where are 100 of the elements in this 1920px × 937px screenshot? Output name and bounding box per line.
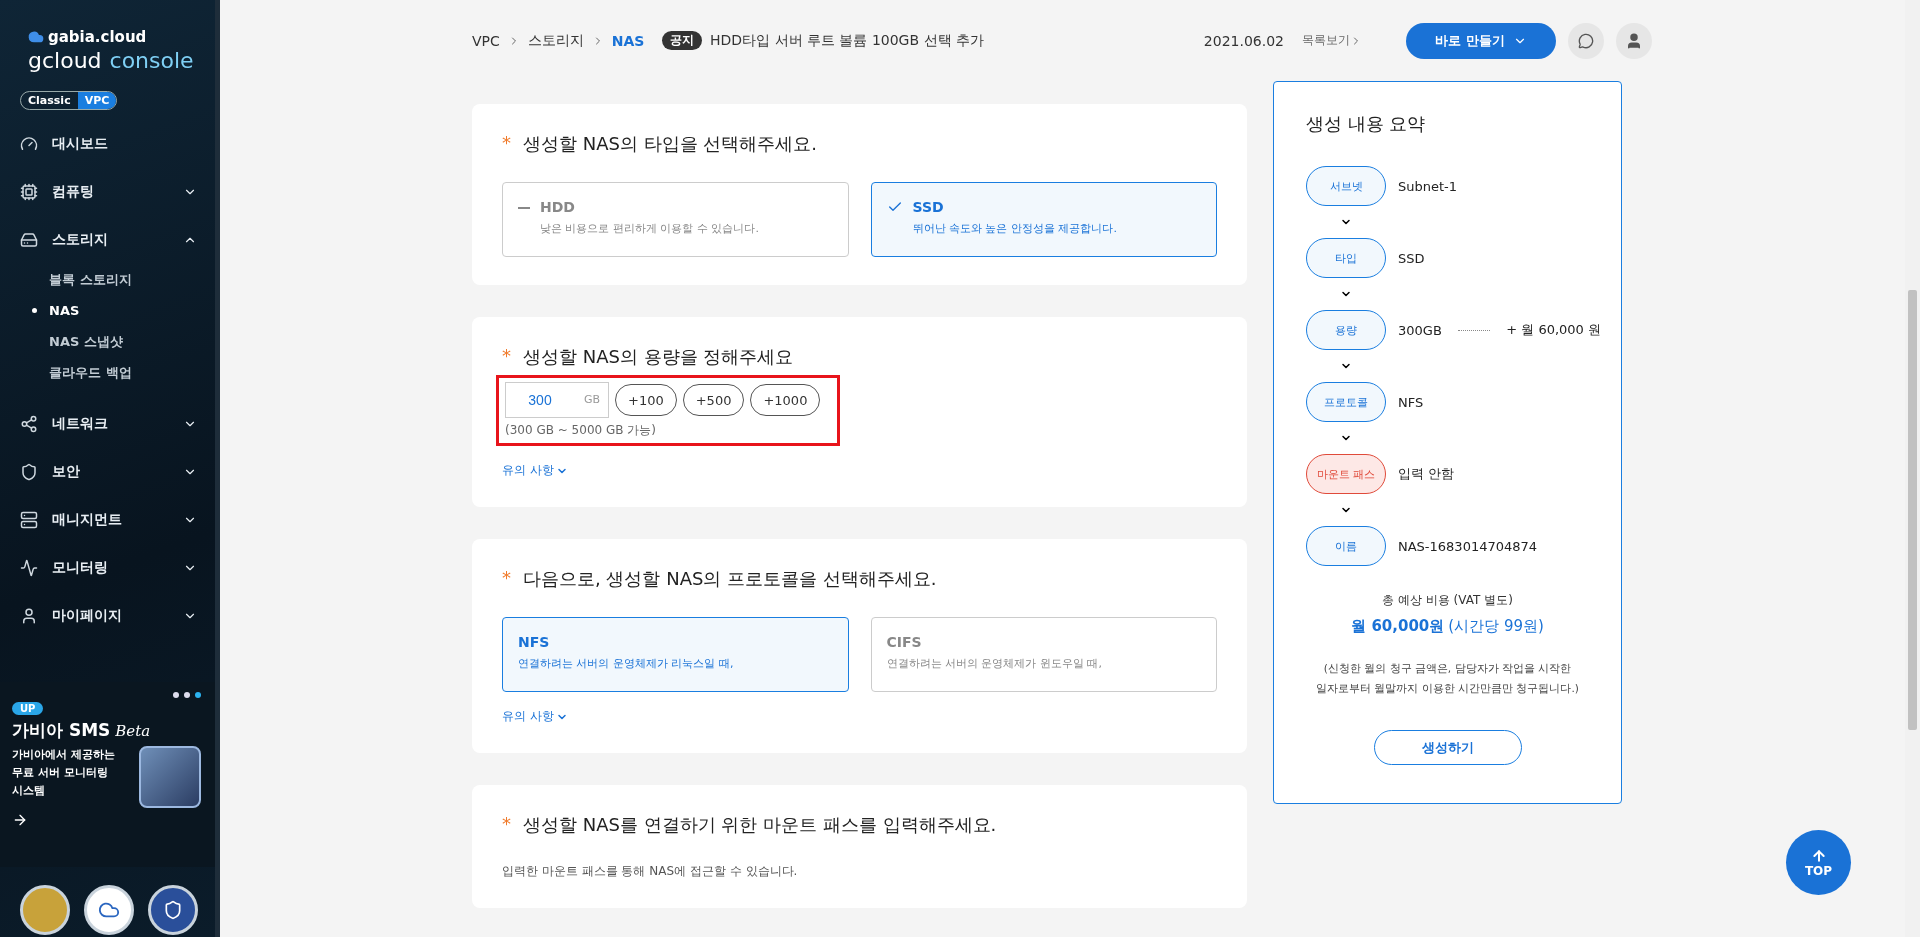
- sidebar-subitem[interactable]: 블록 스토리지: [0, 264, 215, 295]
- capacity-range: (300 GB ~ 5000 GB 가능): [505, 422, 657, 439]
- notice-link[interactable]: 유의 사항: [502, 462, 568, 479]
- breadcrumb-item[interactable]: VPC: [472, 32, 500, 49]
- total-price: 월 60,000원 (시간당 99원): [1351, 617, 1544, 636]
- notice-text[interactable]: HDD타입 서버 루트 볼륨 100GB 선택 추가: [710, 31, 984, 50]
- step-value: SSD: [1398, 250, 1425, 266]
- increment-button[interactable]: +500: [682, 384, 745, 416]
- step-price: + 월 60,000 원: [1506, 321, 1601, 339]
- sidebar-item[interactable]: 대시보드: [0, 120, 215, 168]
- option-card[interactable]: HDD 낮은 비용으로 편리하게 이용할 수 있습니다.: [502, 182, 849, 257]
- sidebar-item[interactable]: 컴퓨팅: [0, 168, 215, 216]
- sidebar-item[interactable]: 마이페이지: [0, 592, 215, 640]
- step-value: NFS: [1398, 394, 1424, 410]
- step-value: 300GB: [1398, 322, 1442, 338]
- sidebar-item[interactable]: 모니터링: [0, 544, 215, 592]
- step-label: 서브넷: [1306, 166, 1386, 206]
- chat-button[interactable]: [1568, 22, 1604, 59]
- scroll-top-button[interactable]: TOP: [1786, 830, 1851, 895]
- increment-button[interactable]: +100: [615, 384, 677, 416]
- scrollbar-thumb[interactable]: [1908, 290, 1917, 730]
- breadcrumb-item[interactable]: 스토리지: [527, 31, 584, 50]
- section-title: 생성할 NAS의 타입을 선택해주세요.: [523, 132, 818, 156]
- carousel-dot[interactable]: [184, 692, 190, 698]
- product-name: gcloud: [28, 48, 102, 73]
- option-name: NFS: [518, 634, 551, 650]
- sidebar-subitem[interactable]: NAS: [0, 295, 215, 326]
- step-label: 타입: [1306, 238, 1386, 278]
- banner-title: 가비아 SMS: [12, 719, 111, 742]
- create-button[interactable]: 생성하기: [1373, 730, 1522, 765]
- step-label: 용량: [1306, 310, 1386, 350]
- required-mark: *: [502, 813, 511, 836]
- product-subtitle: console: [109, 48, 194, 73]
- billing-note: 일자로부터 월말까지 이용한 시간만큼만 청구됩니다.): [1316, 681, 1579, 696]
- notice-list-link[interactable]: 목록보기: [1302, 32, 1362, 49]
- section-title: 다음으로, 생성할 NAS의 프로토콜을 선택해주세요.: [523, 567, 937, 591]
- carousel-dot[interactable]: [195, 692, 201, 698]
- notice-date: 2021.06.02: [1203, 32, 1284, 49]
- notice-tag: 공지: [662, 31, 702, 50]
- unit-label: GB: [583, 393, 600, 406]
- required-mark: *: [502, 132, 511, 155]
- sidebar-item[interactable]: 스토리지: [0, 216, 215, 264]
- banner-text: 가비아에서 제공하는: [12, 747, 115, 763]
- menu-icon: [20, 607, 38, 625]
- option-description: 뛰어난 속도와 높은 안정성을 제공합니다.: [912, 221, 1117, 236]
- billing-note: (신청한 월의 청구 금액은, 담당자가 작업을 시작한: [1323, 661, 1572, 676]
- step-label: 프로토콜: [1306, 382, 1386, 422]
- up-tag: UP: [12, 702, 44, 715]
- option-card[interactable]: SSD 뛰어난 속도와 높은 안정성을 제공합니다.: [870, 182, 1217, 257]
- required-mark: *: [502, 567, 511, 590]
- option-description: 연결하려는 서버의 운영체제가 리눅스일 때,: [518, 656, 734, 671]
- option-card[interactable]: NFS 연결하려는 서버의 운영체제가 리눅스일 때,: [502, 617, 849, 692]
- increment-button[interactable]: +1000: [750, 384, 821, 416]
- option-name: CIFS: [886, 634, 923, 650]
- option-description: 연결하려는 서버의 운영체제가 윈도우일 때,: [886, 656, 1102, 671]
- menu-icon: [20, 415, 38, 433]
- sidebar-item[interactable]: 보안: [0, 448, 215, 496]
- menu-icon: [20, 135, 38, 153]
- step-label: 이름: [1306, 526, 1386, 566]
- summary-title: 생성 내용 요약: [1306, 112, 1427, 136]
- step-value: NAS-1683014704874: [1398, 538, 1538, 554]
- dash-icon: [518, 207, 530, 209]
- option-name: HDD: [540, 199, 576, 215]
- menu-icon: [20, 463, 38, 481]
- sidebar-subitem[interactable]: 클라우드 백업: [0, 357, 215, 388]
- breadcrumb-item[interactable]: NAS: [611, 32, 645, 49]
- menu-icon: [20, 231, 38, 249]
- section-title: 생성할 NAS를 연결하기 위한 마운트 패스를 입력해주세요.: [523, 813, 997, 837]
- sidebar-item[interactable]: 네트워크: [0, 400, 215, 448]
- carousel-dot[interactable]: [173, 692, 179, 698]
- option-description: 낮은 비용으로 편리하게 이용할 수 있습니다.: [540, 221, 759, 236]
- mode-option[interactable]: VPC: [77, 92, 117, 109]
- section-description: 입력한 마운트 패스를 통해 NAS에 접근할 수 있습니다.: [502, 863, 799, 880]
- step-value: 입력 안함: [1398, 465, 1455, 483]
- required-mark: *: [502, 345, 511, 368]
- step-label: 마운트 패스: [1306, 454, 1386, 494]
- arrow-right-icon[interactable]: [12, 812, 28, 828]
- menu-icon: [20, 559, 38, 577]
- step-value: Subnet-1: [1398, 178, 1458, 194]
- mode-option[interactable]: Classic: [21, 92, 78, 109]
- menu-icon: [20, 183, 38, 201]
- sidebar-subitem[interactable]: NAS 스냅샷: [0, 326, 215, 357]
- menu-icon: [20, 511, 38, 529]
- quick-create-button[interactable]: 바로 만들기: [1406, 22, 1556, 59]
- user-button[interactable]: [1616, 22, 1652, 59]
- cloud-logo-icon: [28, 29, 44, 45]
- chat-icon: [1578, 32, 1594, 49]
- section-title: 생성할 NAS의 용량을 정해주세요: [523, 345, 794, 369]
- beta-label: Beta: [115, 722, 151, 740]
- brand-name: gabia.cloud: [48, 28, 147, 46]
- option-card[interactable]: CIFS 연결하려는 서버의 운영체제가 윈도우일 때,: [870, 617, 1217, 692]
- bullet-icon: [32, 308, 37, 313]
- notice-link[interactable]: 유의 사항: [502, 708, 568, 725]
- banner-text: 무료 서버 모니터링: [12, 765, 109, 781]
- option-name: SSD: [912, 199, 945, 215]
- total-label: 총 예상 비용 (VAT 별도): [1382, 592, 1513, 609]
- promo-banner[interactable]: UP 가비아 SMS Beta 가비아에서 제공하는 무료 서버 모니터링 시스템: [0, 682, 215, 867]
- user-icon: [1625, 31, 1643, 50]
- sidebar-item[interactable]: 매니지먼트: [0, 496, 215, 544]
- banner-text: 시스템: [12, 783, 46, 799]
